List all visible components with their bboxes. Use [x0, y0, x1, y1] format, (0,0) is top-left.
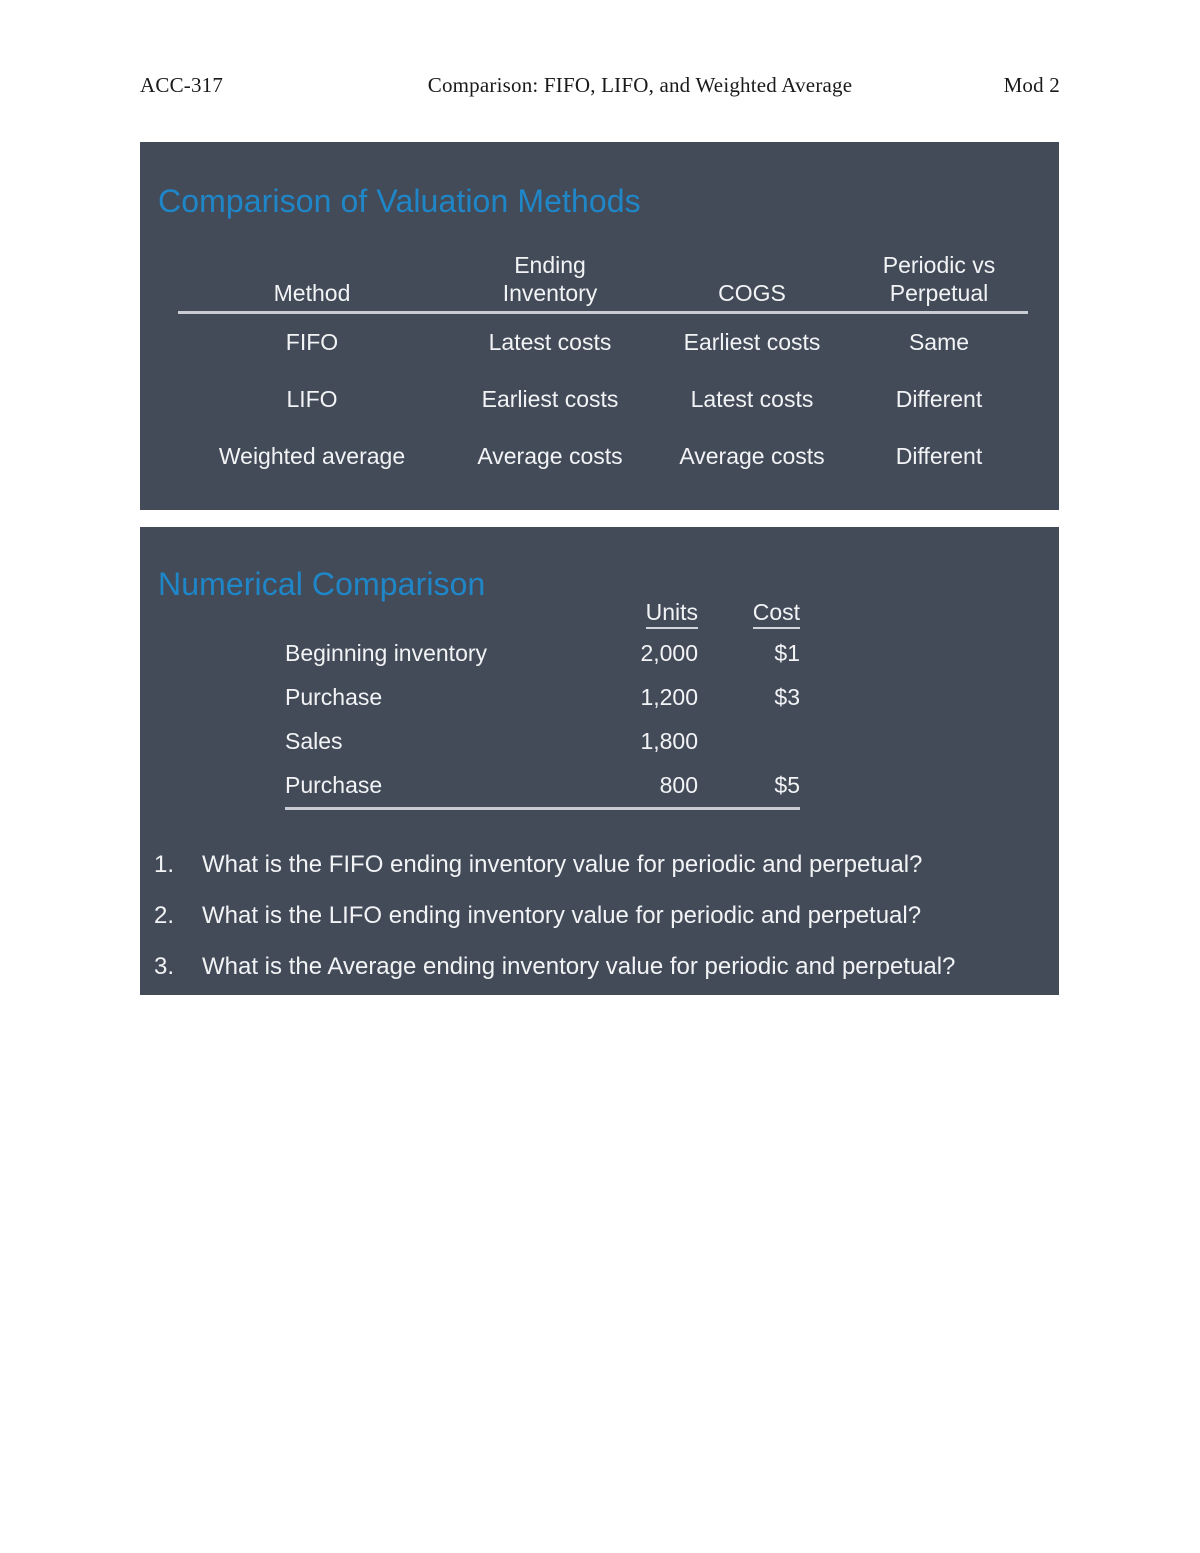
cell-cost [698, 719, 800, 763]
slide-comparison-of-valuation-methods: Comparison of Valuation Methods Method E… [140, 142, 1059, 510]
column-header-ending-inventory-line2: Inventory [502, 279, 598, 306]
column-header-cost: Cost [698, 589, 800, 631]
cell-periodic-vs-perpetual: Same [908, 329, 970, 355]
cell-units: 800 [585, 763, 698, 810]
column-header-method: Method [178, 229, 446, 313]
slide-title-valuation: Comparison of Valuation Methods [158, 182, 641, 219]
cell-cogs: Latest costs [690, 386, 814, 412]
question-number: 2. [154, 902, 175, 929]
document-title: Comparison: FIFO, LIFO, and Weighted Ave… [427, 72, 853, 97]
cell-units: 1,800 [640, 727, 698, 754]
column-header-method-label: Method [273, 279, 351, 306]
cell-method: LIFO [286, 386, 338, 412]
valuation-table-head: Method Ending Inventory COGS Periodic vs… [178, 229, 1028, 313]
course-code: ACC-317 [140, 72, 224, 97]
slide-numerical-comparison: Numerical Comparison Units Cost Beginnin… [140, 527, 1059, 995]
cell-ending-inventory: Earliest costs [481, 386, 619, 412]
table-header-row: Units Cost [285, 589, 800, 631]
question-text: What is the LIFO ending inventory value … [202, 902, 922, 929]
table-row: Purchase 1,200 $3 [285, 675, 800, 719]
column-header-periodic-vs-perpetual: Periodic vs Perpetual [850, 229, 1028, 313]
cell-item-label: Beginning inventory [285, 639, 488, 666]
cell-cogs: Average costs [679, 443, 825, 469]
cell-item-label: Purchase [285, 763, 585, 810]
cell-item-label: Purchase [285, 683, 383, 710]
numerical-table-head: Units Cost [285, 589, 800, 631]
document-header: ACC-317 Comparison: FIFO, LIFO, and Weig… [140, 68, 1060, 102]
question-list: 1. What is the FIFO ending inventory val… [154, 839, 1049, 992]
cell-ending-inventory: Average costs [477, 443, 623, 469]
column-header-cost-label: Cost [752, 599, 800, 629]
list-item: 3. What is the Average ending inventory … [154, 941, 1049, 992]
list-item: 1. What is the FIFO ending inventory val… [154, 839, 1049, 890]
cell-method: Weighted average [218, 443, 406, 469]
table-row: Beginning inventory 2,000 $1 [285, 631, 800, 675]
cell-cost: $1 [774, 639, 800, 666]
table-row: Purchase 800 $5 [285, 763, 800, 810]
column-header-units: Units [585, 589, 698, 631]
column-header-units-label: Units [645, 599, 698, 629]
column-header-periodic-line2: Perpetual [889, 279, 989, 306]
column-header-cogs-label: COGS [718, 279, 786, 306]
table-row: FIFO Latest costs Earliest costs Same [178, 313, 1028, 372]
question-number: 1. [154, 851, 175, 878]
table-header-row: Method Ending Inventory COGS Periodic vs… [178, 229, 1028, 313]
table-row: LIFO Earliest costs Latest costs Differe… [178, 371, 1028, 428]
numerical-comparison-table: Units Cost Beginning inventory 2,000 $1 … [285, 589, 800, 810]
valuation-table-body: FIFO Latest costs Earliest costs Same LI… [178, 313, 1028, 486]
list-item: 2. What is the LIFO ending inventory val… [154, 890, 1049, 941]
column-header-item [285, 589, 585, 631]
column-header-periodic-line1: Periodic vs [882, 251, 996, 278]
question-text: What is the Average ending inventory val… [202, 953, 956, 980]
cell-cost: $3 [774, 683, 800, 710]
module-label: Mod 2 [1003, 72, 1060, 97]
cell-cost: $5 [698, 763, 800, 810]
question-number: 3. [154, 953, 175, 980]
table-row: Weighted average Average costs Average c… [178, 428, 1028, 485]
question-text: What is the FIFO ending inventory value … [202, 851, 923, 878]
cell-item-label: Sales [285, 727, 343, 754]
column-header-ending-inventory-line1: Ending [514, 251, 586, 278]
cell-periodic-vs-perpetual: Different [895, 386, 983, 412]
cell-ending-inventory: Latest costs [488, 329, 612, 355]
column-header-ending-inventory: Ending Inventory [446, 229, 654, 313]
cell-units: 2,000 [640, 639, 698, 666]
column-header-cogs: COGS [654, 229, 850, 313]
cell-cogs: Earliest costs [683, 329, 821, 355]
table-row: Sales 1,800 [285, 719, 800, 763]
valuation-methods-table: Method Ending Inventory COGS Periodic vs… [178, 229, 1028, 485]
cell-units: 1,200 [640, 683, 698, 710]
numerical-table-body: Beginning inventory 2,000 $1 Purchase 1,… [285, 631, 800, 810]
cell-periodic-vs-perpetual: Different [895, 443, 983, 469]
cell-method: FIFO [285, 329, 339, 355]
